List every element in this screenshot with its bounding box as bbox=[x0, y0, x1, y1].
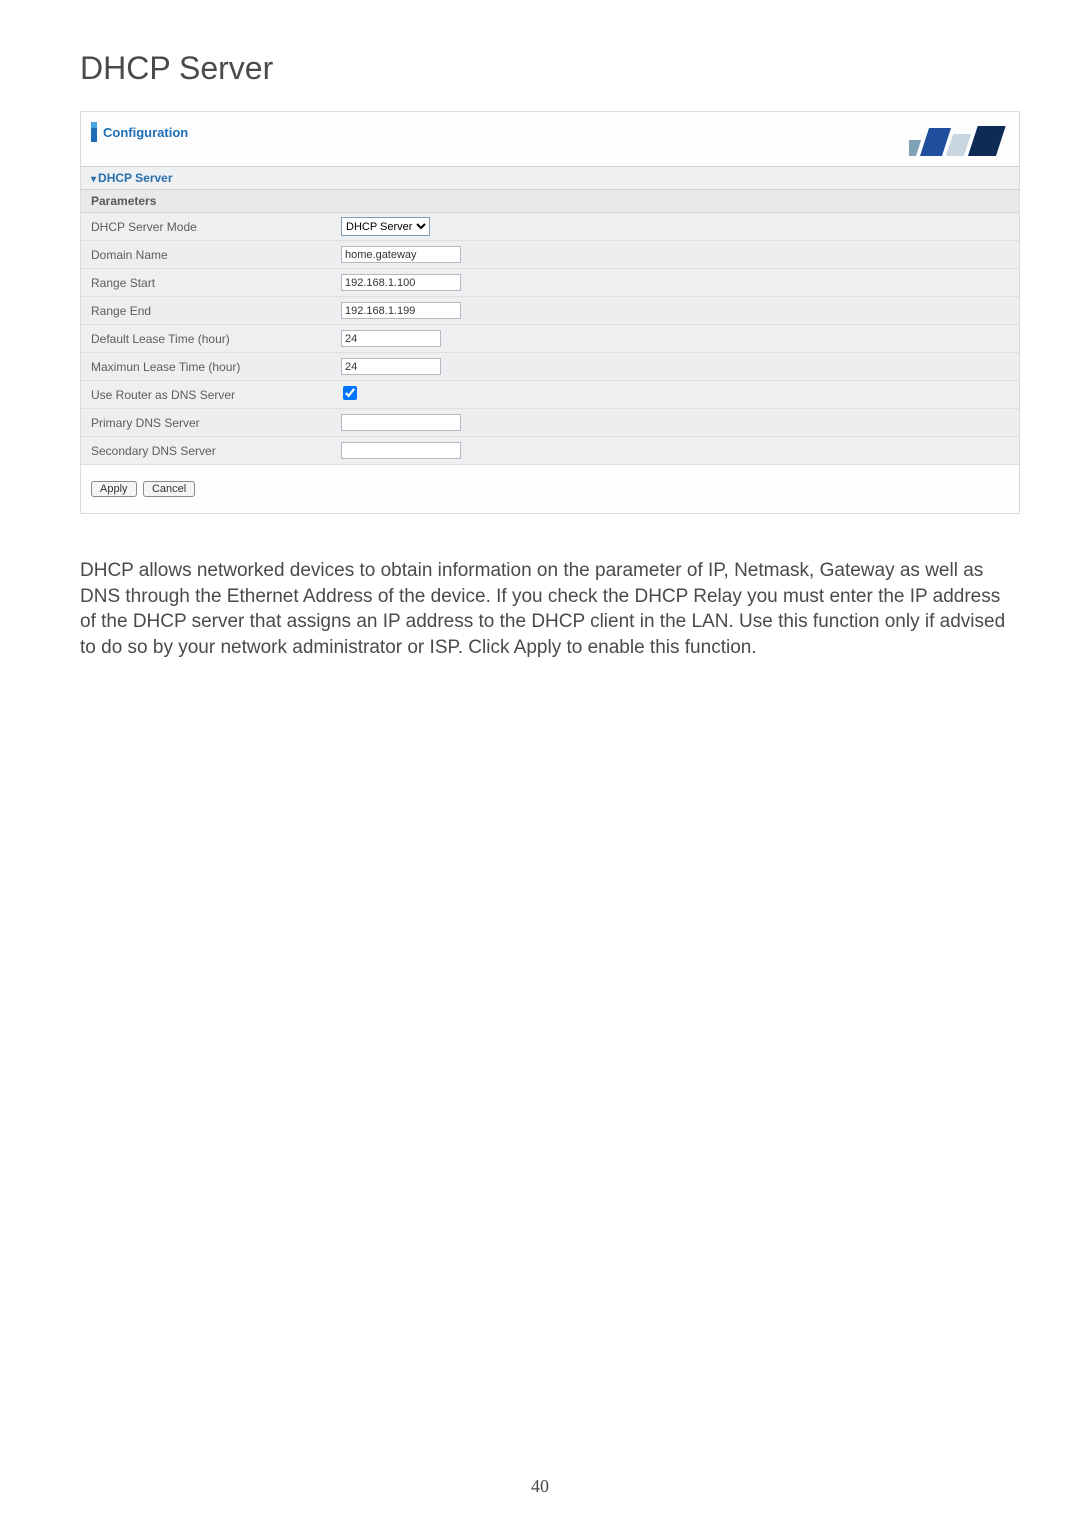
label-dhcp-mode: DHCP Server Mode bbox=[81, 220, 341, 234]
label-domain-name: Domain Name bbox=[81, 248, 341, 262]
row-primary-dns: Primary DNS Server bbox=[81, 409, 1019, 437]
cancel-button[interactable]: Cancel bbox=[143, 481, 195, 497]
row-range-start: Range Start bbox=[81, 269, 1019, 297]
button-row: Apply Cancel bbox=[81, 465, 1019, 499]
max-lease-input[interactable] bbox=[341, 358, 441, 375]
label-range-start: Range Start bbox=[81, 276, 341, 290]
row-max-lease: Maximun Lease Time (hour) bbox=[81, 353, 1019, 381]
page-title: DHCP Server bbox=[80, 50, 1020, 87]
domain-name-input[interactable] bbox=[341, 246, 461, 263]
apply-button[interactable]: Apply bbox=[91, 481, 137, 497]
label-primary-dns: Primary DNS Server bbox=[81, 416, 341, 430]
label-range-end: Range End bbox=[81, 304, 341, 318]
row-domain-name: Domain Name bbox=[81, 241, 1019, 269]
label-use-router-dns: Use Router as DNS Server bbox=[81, 388, 341, 402]
dhcp-mode-select[interactable]: DHCP Server bbox=[341, 217, 430, 236]
default-lease-input[interactable] bbox=[341, 330, 441, 347]
range-end-input[interactable] bbox=[341, 302, 461, 319]
description-text: DHCP allows networked devices to obtain … bbox=[80, 558, 1020, 661]
section-title[interactable]: DHCP Server bbox=[81, 166, 1019, 190]
label-default-lease: Default Lease Time (hour) bbox=[81, 332, 341, 346]
row-secondary-dns: Secondary DNS Server bbox=[81, 437, 1019, 465]
row-default-lease: Default Lease Time (hour) bbox=[81, 325, 1019, 353]
brand-logo-icon bbox=[909, 122, 1009, 158]
config-label: Configuration bbox=[103, 125, 188, 140]
row-range-end: Range End bbox=[81, 297, 1019, 325]
row-use-router-dns: Use Router as DNS Server bbox=[81, 381, 1019, 409]
primary-dns-input[interactable] bbox=[341, 414, 461, 431]
label-secondary-dns: Secondary DNS Server bbox=[81, 444, 341, 458]
row-dhcp-mode: DHCP Server Mode DHCP Server bbox=[81, 213, 1019, 241]
accent-bar-icon bbox=[91, 122, 97, 142]
secondary-dns-input[interactable] bbox=[341, 442, 461, 459]
use-router-dns-checkbox[interactable] bbox=[343, 386, 357, 400]
breadcrumb: Configuration bbox=[91, 122, 188, 142]
label-max-lease: Maximun Lease Time (hour) bbox=[81, 360, 341, 374]
config-panel: Configuration DHCP Server Parameters DHC… bbox=[80, 111, 1020, 514]
parameters-list: DHCP Server Mode DHCP Server Domain Name… bbox=[81, 213, 1019, 465]
page-number: 40 bbox=[0, 1476, 1080, 1497]
range-start-input[interactable] bbox=[341, 274, 461, 291]
parameters-header: Parameters bbox=[81, 190, 1019, 213]
panel-header: Configuration bbox=[81, 112, 1019, 166]
